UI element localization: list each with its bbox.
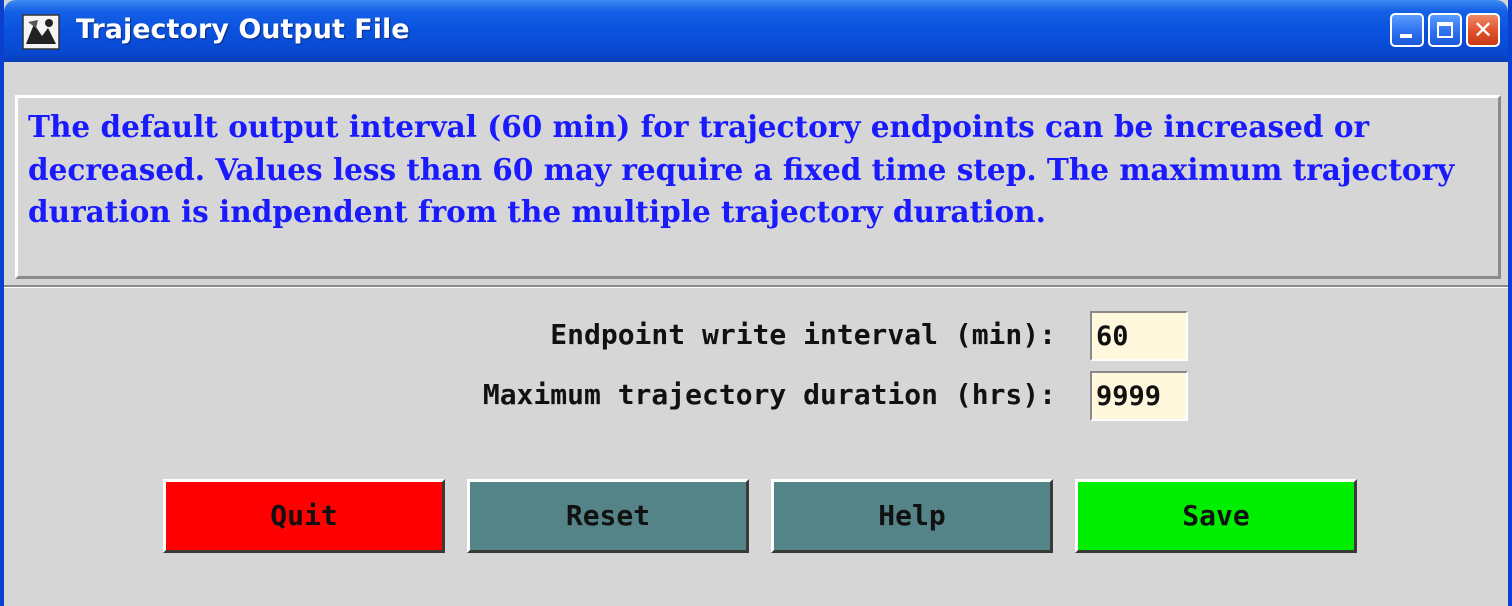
trajectory-output-window: Trajectory Output File ✕ The default out…: [0, 0, 1512, 606]
close-button[interactable]: ✕: [1466, 13, 1500, 47]
save-button[interactable]: Save: [1075, 479, 1357, 553]
minimize-icon: [1400, 34, 1412, 38]
max-duration-label: Maximum trajectory duration (hrs):: [482, 378, 1056, 411]
title-bar[interactable]: Trajectory Output File ✕: [4, 0, 1508, 62]
section-divider: [4, 285, 1508, 288]
reset-button[interactable]: Reset: [467, 479, 749, 553]
close-icon: ✕: [1472, 16, 1494, 44]
maximize-icon: [1437, 22, 1453, 38]
info-message-text: The default output interval (60 min) for…: [28, 109, 1455, 229]
window-title: Trajectory Output File: [76, 14, 410, 45]
quit-button[interactable]: Quit: [163, 479, 445, 553]
info-message-box: The default output interval (60 min) for…: [15, 95, 1501, 279]
app-icon: [22, 14, 60, 50]
endpoint-interval-label: Endpoint write interval (min):: [550, 318, 1056, 351]
minimize-button[interactable]: [1390, 13, 1424, 47]
help-button[interactable]: Help: [771, 479, 1053, 553]
max-duration-input[interactable]: [1090, 371, 1188, 421]
endpoint-interval-input[interactable]: [1090, 311, 1188, 361]
maximize-button[interactable]: [1428, 13, 1462, 47]
